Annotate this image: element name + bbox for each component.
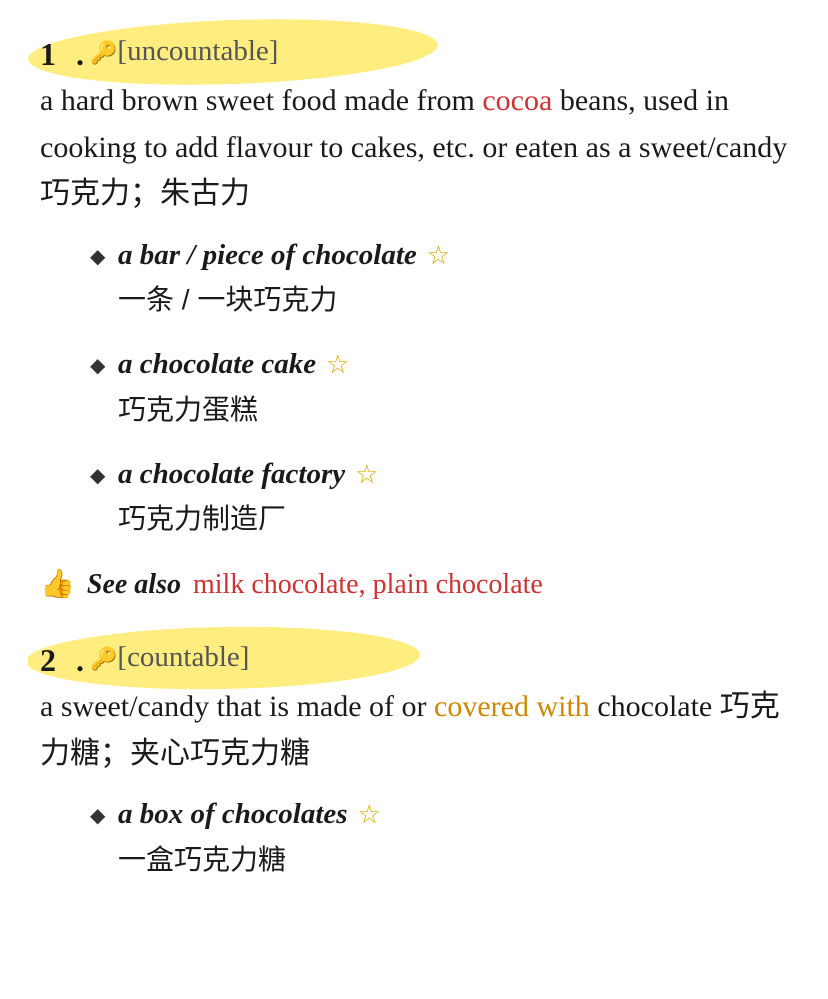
entry-2-grammar: [countable] — [117, 636, 249, 680]
star-icon[interactable]: ☆ — [358, 795, 381, 834]
entry-2-definition: a sweet/candy that is made of or covered… — [40, 684, 788, 777]
entry-1-grammar: [uncountable] — [117, 30, 278, 74]
see-also-links[interactable]: milk chocolate, plain chocolate — [193, 564, 543, 606]
see-also-section: 👍 See also milk chocolate, plain chocola… — [40, 564, 788, 606]
example-item: ◆ a chocolate cake ☆ 巧克力蛋糕 — [90, 343, 788, 431]
star-icon[interactable]: ☆ — [326, 345, 349, 384]
example-1-chinese: 一条 / 一块巧克力 — [118, 279, 788, 321]
entry-2-key-icon: 🔑 — [90, 642, 117, 675]
star-icon[interactable]: ☆ — [427, 236, 450, 275]
example-item: ◆ a bar / piece of chocolate ☆ 一条 / 一块巧克… — [90, 234, 788, 322]
example-4: a box of chocolates ☆ 一盒巧克力糖 — [118, 793, 788, 881]
diamond-icon: ◆ — [90, 801, 108, 831]
example-2-chinese: 巧克力蛋糕 — [118, 389, 788, 431]
example-2: a chocolate cake ☆ 巧克力蛋糕 — [118, 343, 788, 431]
entry-2-examples: ◆ a box of chocolates ☆ 一盒巧克力糖 — [90, 793, 788, 881]
entry-1-number: 1 — [40, 30, 76, 78]
entry-1-examples: ◆ a bar / piece of chocolate ☆ 一条 / 一块巧克… — [90, 234, 788, 541]
diamond-icon: ◆ — [90, 242, 108, 272]
example-4-chinese: 一盒巧克力糖 — [118, 839, 788, 881]
see-also-hand-icon: 👍 — [40, 564, 75, 606]
entry-2-number: 2 — [40, 636, 76, 684]
covered-text: covered with — [434, 690, 590, 723]
example-2-english: a chocolate cake ☆ — [118, 343, 788, 387]
example-1: a bar / piece of chocolate ☆ 一条 / 一块巧克力 — [118, 234, 788, 322]
star-icon[interactable]: ☆ — [355, 455, 378, 494]
diamond-icon: ◆ — [90, 351, 108, 381]
example-3-english: a chocolate factory ☆ — [118, 453, 788, 497]
example-3-chinese: 巧克力制造厂 — [118, 498, 788, 540]
example-item: ◆ a chocolate factory ☆ 巧克力制造厂 — [90, 453, 788, 541]
entry-1: 1 . 🔑 [uncountable] a hard brown sweet f… — [40, 30, 788, 606]
cocoa-link[interactable]: cocoa — [482, 84, 552, 117]
entry-2: 2 . 🔑 [countable] a sweet/candy that is … — [40, 636, 788, 881]
entry-1-definition: a hard brown sweet food made from cocoa … — [40, 78, 788, 218]
example-3: a chocolate factory ☆ 巧克力制造厂 — [118, 453, 788, 541]
entry-1-key-icon: 🔑 — [90, 36, 117, 69]
example-4-english: a box of chocolates ☆ — [118, 793, 788, 837]
example-1-english: a bar / piece of chocolate ☆ — [118, 234, 788, 278]
see-also-label: See also — [87, 564, 181, 606]
diamond-icon: ◆ — [90, 461, 108, 491]
example-item: ◆ a box of chocolates ☆ 一盒巧克力糖 — [90, 793, 788, 881]
